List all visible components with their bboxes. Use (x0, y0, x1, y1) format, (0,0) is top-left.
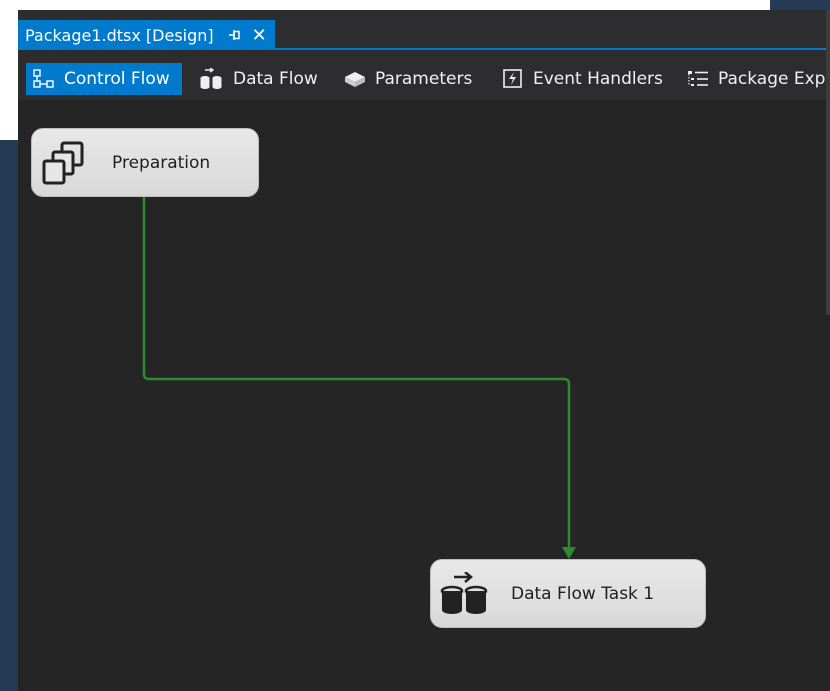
tab-control-flow[interactable]: Control Flow (26, 63, 182, 95)
pin-icon[interactable] (228, 29, 242, 41)
tab-label: Control Flow (64, 69, 170, 89)
tab-label: Parameters (375, 69, 473, 89)
control-flow-icon (32, 68, 56, 90)
tab-label: Data Flow (233, 69, 318, 89)
data-flow-task-icon (440, 572, 490, 616)
task-label: Preparation (112, 152, 211, 173)
background-corner (770, 0, 830, 10)
data-flow-icon (199, 68, 225, 90)
task-data-flow-task-1[interactable]: Data Flow Task 1 (430, 559, 706, 628)
event-handlers-icon (501, 68, 525, 90)
designer-tab-strip: Control Flow Data Flow Parameters Event … (18, 50, 830, 100)
task-preparation[interactable]: Preparation (31, 128, 259, 197)
tab-label: Package Exp (718, 69, 826, 89)
document-tab-title: Package1.dtsx [Design] (25, 25, 214, 45)
control-flow-canvas[interactable]: Preparation Data Flow Task 1 (18, 100, 830, 691)
ssis-designer-window: Package1.dtsx [Design] ✕ Control Flow Da… (18, 10, 830, 691)
tab-package-explorer[interactable]: Package Exp (686, 63, 825, 95)
tab-label: Event Handlers (533, 69, 663, 89)
document-tab-bar: Package1.dtsx [Design] ✕ (18, 10, 830, 50)
task-label: Data Flow Task 1 (511, 583, 655, 604)
tab-parameters[interactable]: Parameters (343, 63, 472, 95)
parameters-icon (343, 69, 367, 89)
package-explorer-icon (686, 68, 710, 90)
tab-event-handlers[interactable]: Event Handlers (501, 63, 663, 95)
tab-data-flow[interactable]: Data Flow (199, 63, 318, 95)
close-icon[interactable]: ✕ (252, 25, 267, 46)
document-tab-package1[interactable]: Package1.dtsx [Design] ✕ (18, 20, 275, 50)
window-edge (826, 10, 830, 315)
sequence-container-icon (42, 141, 88, 185)
